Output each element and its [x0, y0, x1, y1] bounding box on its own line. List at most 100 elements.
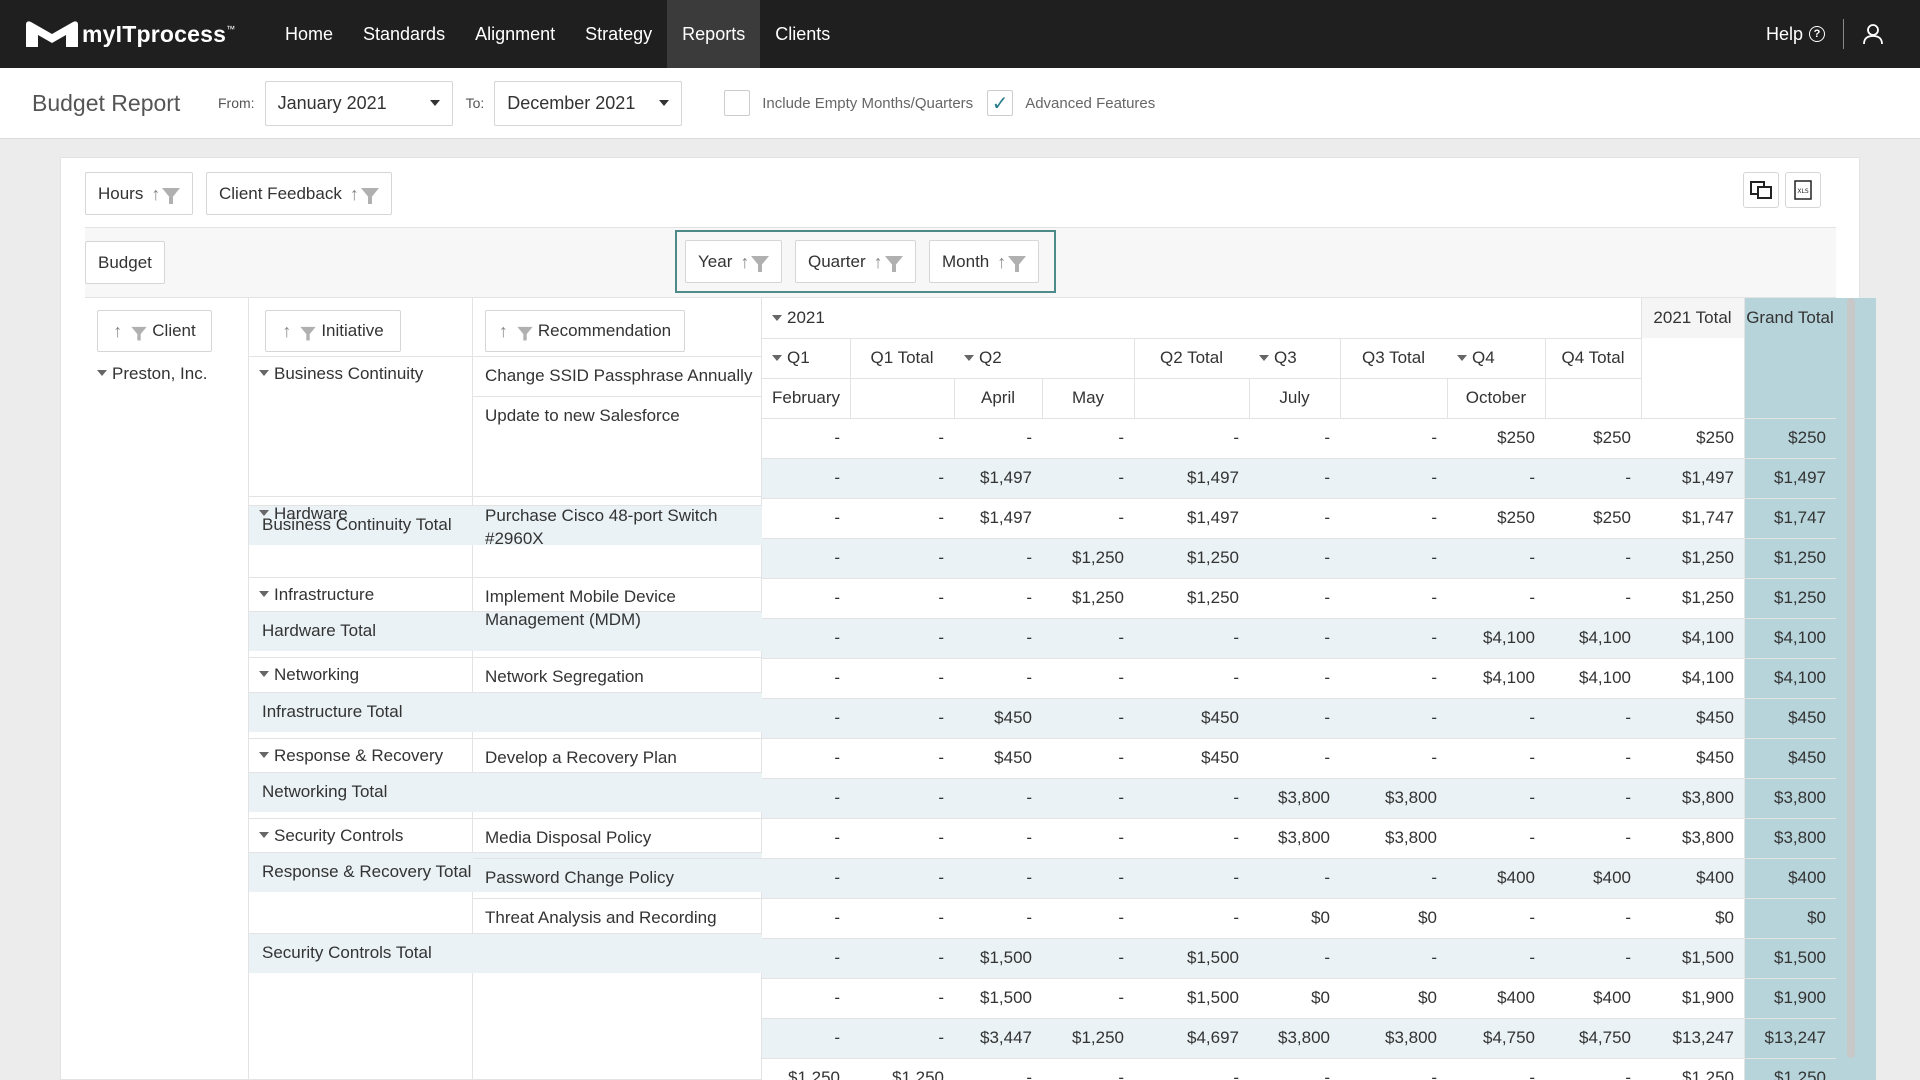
value-cell[interactable]: $400 — [1447, 978, 1545, 1018]
value-cell[interactable]: - — [762, 938, 850, 978]
value-cell[interactable]: $1,747 — [1641, 498, 1744, 538]
quarter-header[interactable]: Q2 — [964, 338, 1002, 378]
help-link[interactable]: Help ? — [1766, 24, 1825, 45]
logo[interactable]: myITprocess ™ — [24, 17, 239, 51]
value-cell[interactable]: $1,250 — [1134, 538, 1249, 578]
value-cell[interactable]: - — [1249, 738, 1340, 778]
client-label-preston[interactable]: Preston, Inc. — [97, 364, 207, 384]
value-cell[interactable]: - — [1134, 778, 1249, 818]
value-cell[interactable]: $450 — [954, 698, 1042, 738]
value-cell[interactable]: - — [1340, 738, 1447, 778]
value-cell[interactable]: $1,500 — [1134, 938, 1249, 978]
value-cell[interactable]: - — [1042, 938, 1134, 978]
value-cell[interactable]: - — [954, 818, 1042, 858]
value-cell[interactable]: $250 — [1545, 498, 1641, 538]
collapse-icon[interactable] — [1457, 355, 1467, 361]
value-cell[interactable]: - — [1545, 778, 1641, 818]
value-cell[interactable]: - — [954, 618, 1042, 658]
recommendation-label[interactable]: Threat Analysis and Recording — [485, 906, 754, 929]
quarter-header[interactable]: Q1 — [772, 338, 810, 378]
value-cell[interactable]: - — [850, 818, 954, 858]
quarter-header[interactable]: Q3 — [1259, 338, 1297, 378]
value-cell[interactable]: $4,100 — [1641, 618, 1744, 658]
value-cell[interactable]: - — [1249, 498, 1340, 538]
filter-icon[interactable] — [751, 256, 770, 272]
value-cell[interactable]: $400 — [1641, 858, 1744, 898]
value-cell[interactable]: $1,250 — [1042, 538, 1134, 578]
value-cell[interactable]: - — [850, 658, 954, 698]
value-cell[interactable]: - — [1340, 538, 1447, 578]
value-cell[interactable]: - — [954, 898, 1042, 938]
value-cell[interactable]: - — [1249, 458, 1340, 498]
value-cell[interactable]: - — [1545, 938, 1641, 978]
value-cell[interactable]: - — [1249, 698, 1340, 738]
value-cell[interactable]: $1,500 — [1134, 978, 1249, 1018]
value-cell[interactable]: $250 — [1447, 418, 1545, 458]
value-cell[interactable]: $1,747 — [1744, 498, 1836, 538]
value-cell[interactable]: - — [954, 658, 1042, 698]
sort-icon[interactable]: ↑ — [499, 322, 508, 340]
value-cell[interactable]: - — [1249, 418, 1340, 458]
value-cell[interactable]: - — [762, 818, 850, 858]
initiative-label[interactable]: Response & Recovery — [259, 746, 443, 766]
value-cell[interactable]: $1,497 — [1744, 458, 1836, 498]
value-cell[interactable]: - — [762, 698, 850, 738]
value-cell[interactable]: $0 — [1744, 898, 1836, 938]
collapse-icon[interactable] — [772, 355, 782, 361]
value-cell[interactable]: $1,497 — [1641, 458, 1744, 498]
include-empty-checkbox[interactable] — [724, 90, 751, 116]
value-cell[interactable]: - — [1340, 578, 1447, 618]
filter-icon[interactable] — [884, 256, 903, 272]
nav-strategy[interactable]: Strategy — [570, 0, 667, 68]
value-cell[interactable]: - — [1447, 898, 1545, 938]
value-cell[interactable]: - — [850, 538, 954, 578]
value-cell[interactable]: $1,900 — [1744, 978, 1836, 1018]
sort-icon[interactable]: ↑ — [874, 253, 883, 271]
value-cell[interactable]: - — [1249, 858, 1340, 898]
value-cell[interactable]: - — [762, 898, 850, 938]
value-cell[interactable]: - — [1042, 458, 1134, 498]
value-cell[interactable]: $4,100 — [1641, 658, 1744, 698]
value-cell[interactable]: - — [1545, 1058, 1641, 1080]
value-cell[interactable]: $1,497 — [954, 458, 1042, 498]
value-cell[interactable]: - — [1249, 618, 1340, 658]
row-chip-initiative[interactable]: ↑ Initiative — [265, 310, 401, 352]
value-cell[interactable]: - — [762, 498, 850, 538]
value-cell[interactable]: $4,100 — [1447, 618, 1545, 658]
collapse-icon[interactable] — [964, 355, 974, 361]
value-cell[interactable]: $3,800 — [1744, 818, 1836, 858]
value-cell[interactable]: $1,250 — [1641, 578, 1744, 618]
column-chip-year[interactable]: Year ↑ — [685, 240, 783, 283]
initiative-label[interactable]: Hardware — [259, 504, 348, 524]
value-cell[interactable]: - — [1249, 938, 1340, 978]
value-cell[interactable]: - — [954, 418, 1042, 458]
to-select[interactable]: December 2021 — [494, 80, 683, 126]
value-cell[interactable]: - — [1042, 778, 1134, 818]
value-cell[interactable]: $3,800 — [1744, 778, 1836, 818]
value-cell[interactable]: $450 — [1134, 738, 1249, 778]
value-cell[interactable]: - — [1042, 858, 1134, 898]
value-cell[interactable]: $1,250 — [1744, 1058, 1836, 1080]
value-cell[interactable]: - — [762, 778, 850, 818]
value-cell[interactable]: - — [1340, 858, 1447, 898]
value-cell[interactable]: - — [762, 1018, 850, 1058]
fullscreen-button[interactable] — [1743, 172, 1779, 208]
column-chip-month[interactable]: Month ↑ — [929, 240, 1040, 283]
value-cell[interactable]: $13,247 — [1744, 1018, 1836, 1058]
value-cell[interactable]: - — [1042, 618, 1134, 658]
value-cell[interactable]: - — [1545, 458, 1641, 498]
export-xls-button[interactable]: XLS — [1785, 172, 1821, 208]
value-cell[interactable]: $1,500 — [1641, 938, 1744, 978]
value-cell[interactable]: - — [1447, 1058, 1545, 1080]
value-cell[interactable]: - — [762, 978, 850, 1018]
value-cell[interactable]: - — [1340, 498, 1447, 538]
value-cell[interactable]: $450 — [1744, 698, 1836, 738]
filter-icon[interactable] — [131, 326, 147, 340]
value-cell[interactable]: - — [1545, 698, 1641, 738]
value-cell[interactable]: $1,497 — [954, 498, 1042, 538]
sort-icon[interactable]: ↑ — [997, 253, 1006, 271]
value-cell[interactable]: - — [1134, 818, 1249, 858]
value-cell[interactable]: $3,800 — [1340, 818, 1447, 858]
value-cell[interactable]: $0 — [1249, 978, 1340, 1018]
value-cell[interactable]: $4,100 — [1447, 658, 1545, 698]
